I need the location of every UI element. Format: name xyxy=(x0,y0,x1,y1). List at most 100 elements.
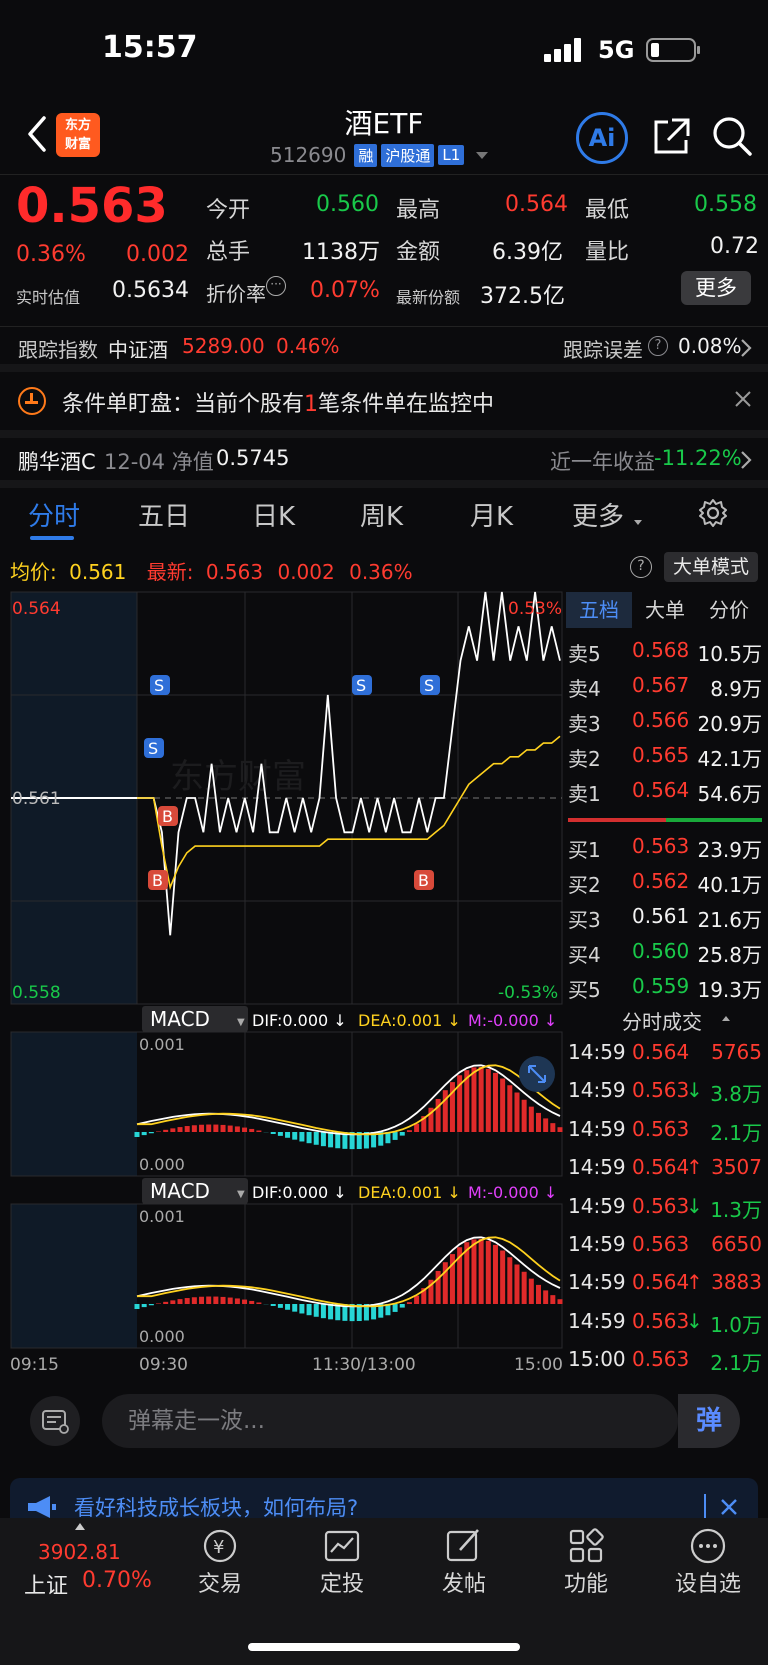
settings-icon[interactable] xyxy=(698,498,728,532)
tab-big-order[interactable]: 大单 xyxy=(632,592,698,628)
macd-bar xyxy=(184,1298,190,1304)
open-label: 今开 xyxy=(206,198,251,223)
ask-row[interactable]: 卖3 0.566 20.9万 xyxy=(568,708,764,740)
macd-1-m: M:-0.000 ↓ xyxy=(468,1011,557,1030)
tab-five-day[interactable]: 五日 xyxy=(138,496,190,533)
ask-row[interactable]: 卖4 0.567 8.9万 xyxy=(568,673,764,705)
bid-row[interactable]: 买5 0.559 19.3万 xyxy=(568,974,764,1006)
tab-intraday[interactable]: 分时 xyxy=(28,496,80,533)
macd-bar xyxy=(414,1295,420,1304)
bid-row[interactable]: 买2 0.562 40.1万 xyxy=(568,869,764,901)
bid-label: 买2 xyxy=(568,873,601,897)
ask-row[interactable]: 卖5 0.568 10.5万 xyxy=(568,638,764,670)
trade-price: 0.564 xyxy=(632,1040,690,1064)
tag-margin: 融 xyxy=(354,143,378,167)
index-name[interactable]: 上证 xyxy=(24,1568,68,1600)
bid-row[interactable]: 买4 0.560 25.8万 xyxy=(568,939,764,971)
help-icon[interactable]: ? xyxy=(648,336,668,356)
tab-price-dist[interactable]: 分价 xyxy=(696,592,762,628)
close-icon[interactable] xyxy=(734,390,752,412)
macd-2-name[interactable]: MACD xyxy=(150,1179,210,1203)
macd-bar xyxy=(528,1106,534,1132)
trade-row: 14:59 0.564 5765 xyxy=(568,1040,764,1074)
tab-more[interactable]: 更多 xyxy=(572,496,624,533)
function-icon[interactable] xyxy=(566,1526,606,1566)
tab-weekly-k[interactable]: 周K xyxy=(360,496,403,533)
share-icon[interactable] xyxy=(650,116,692,158)
macd-1-name[interactable]: MACD xyxy=(150,1007,210,1031)
macd-bar xyxy=(134,1132,140,1137)
tab-five-level[interactable]: 五档 xyxy=(566,592,632,628)
macd-bar xyxy=(528,1278,534,1304)
macd-bar xyxy=(249,1300,255,1304)
watchlist-icon[interactable] xyxy=(688,1526,728,1566)
ratio-value: 0.72 xyxy=(710,234,759,259)
ask-row[interactable]: 卖1 0.564 54.6万 xyxy=(568,778,764,810)
macd-bar xyxy=(170,1300,176,1304)
tracking-index-name[interactable]: 中证酒 xyxy=(108,334,168,363)
trade-time: 14:59 xyxy=(568,1155,626,1180)
fund-name[interactable]: 鹏华酒C xyxy=(18,446,96,476)
chevron-right-icon[interactable] xyxy=(740,450,752,474)
bid-row[interactable]: 买1 0.563 23.9万 xyxy=(568,834,764,866)
macd-bar xyxy=(514,1092,520,1132)
bid-volume: 21.6万 xyxy=(697,908,762,932)
ask-row[interactable]: 卖2 0.565 42.1万 xyxy=(568,743,764,775)
macd-bar xyxy=(471,1067,477,1132)
expand-icon[interactable] xyxy=(519,1056,555,1092)
tab-daily-k[interactable]: 日K xyxy=(252,496,295,533)
invest-icon[interactable] xyxy=(322,1526,362,1566)
tab-monthly-k[interactable]: 月K xyxy=(470,496,513,533)
danmu-input[interactable]: 弹幕走一波... xyxy=(102,1394,678,1448)
more-button[interactable]: 更多 xyxy=(681,271,751,305)
buy-marker: B xyxy=(414,870,434,890)
macd-1-dif: DIF:0.000 ↓ xyxy=(252,1011,347,1030)
macd-bar xyxy=(220,1296,226,1304)
tag-connect: 沪股通 xyxy=(381,143,435,167)
tracking-error-value: 0.08% xyxy=(678,334,742,358)
condition-order-text[interactable]: 条件单盯盘：当前个股有1笔条件单在监控中 xyxy=(62,386,494,418)
danmu-settings-icon[interactable] xyxy=(30,1396,80,1446)
trade-row: 15:00 0.563 2.1万 xyxy=(568,1347,764,1381)
ask-price: 0.565 xyxy=(632,743,690,767)
macd-bar xyxy=(514,1264,520,1304)
order-book-divider-buy xyxy=(666,818,762,822)
post-icon[interactable] xyxy=(444,1526,484,1566)
ask-volume: 10.5万 xyxy=(697,642,762,666)
ai-assistant-button[interactable]: Ai xyxy=(576,112,628,164)
more-dots-icon[interactable]: ··· xyxy=(266,276,286,296)
macd-bar xyxy=(285,1132,291,1138)
bid-label: 买3 xyxy=(568,908,601,932)
trade-icon[interactable]: ¥ xyxy=(200,1526,240,1566)
macd-bar xyxy=(521,1099,527,1132)
fund-nav: 0.5745 xyxy=(216,446,290,470)
macd-bar xyxy=(249,1128,255,1132)
nav-invest[interactable]: 定投 xyxy=(287,1566,397,1598)
current-price: 0.563 xyxy=(16,178,168,234)
chevron-right-icon[interactable] xyxy=(740,338,752,362)
search-icon[interactable] xyxy=(710,114,754,158)
ratio-label: 量比 xyxy=(585,240,630,265)
nav-function[interactable]: 功能 xyxy=(531,1566,641,1598)
macd-bar xyxy=(313,1132,319,1145)
watermark-logo: 东方财富 xyxy=(170,758,306,796)
macd-bar xyxy=(242,1299,248,1304)
nav-trade[interactable]: 交易 xyxy=(165,1566,275,1598)
index-pct: 0.70% xyxy=(82,1568,152,1593)
trade-volume: 6650 xyxy=(711,1232,762,1256)
macd-bar xyxy=(535,1284,541,1304)
ad-close-icon[interactable] xyxy=(720,1498,738,1520)
macd-bar xyxy=(163,1129,169,1132)
macd-bar xyxy=(277,1132,283,1136)
buy-marker: B xyxy=(158,806,178,826)
macd-bar xyxy=(299,1304,305,1314)
bid-price: 0.562 xyxy=(632,869,690,893)
trades-title[interactable]: 分时成交 xyxy=(622,1006,702,1035)
bid-row[interactable]: 买3 0.561 21.6万 xyxy=(568,904,764,936)
danmu-send-button[interactable]: 弹 xyxy=(678,1394,740,1448)
code-row[interactable]: 512690 融 沪股通 L1 xyxy=(270,143,489,167)
index-value[interactable]: 3902.81 xyxy=(38,1540,121,1564)
trade-arrow: ↑ xyxy=(686,1155,703,1180)
nav-post[interactable]: 发帖 xyxy=(409,1566,519,1598)
nav-watchlist[interactable]: 设自选 xyxy=(653,1566,763,1598)
